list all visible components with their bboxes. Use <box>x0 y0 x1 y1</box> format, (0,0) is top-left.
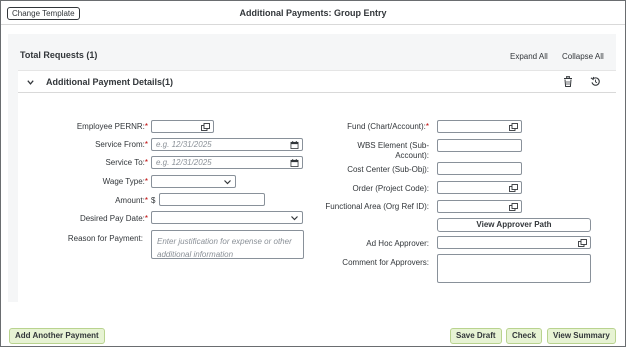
fund-label: Fund (Chart/Account):* <box>347 122 429 131</box>
service-from-input[interactable]: e.g. 12/31/2025 <box>151 138 303 151</box>
order-input[interactable] <box>437 181 522 194</box>
value-help-icon[interactable] <box>578 239 587 247</box>
reset-icon[interactable] <box>590 76 601 87</box>
cost-center-label: Cost Center (Sub-Obj): <box>347 165 429 174</box>
currency-symbol: $ <box>151 196 156 205</box>
total-requests-label: Total Requests (1) <box>20 50 98 60</box>
amount-input[interactable] <box>159 193 265 206</box>
employee-pernr-label: Employee PERNR:* <box>76 122 148 131</box>
value-help-icon[interactable] <box>509 123 518 131</box>
reason-textarea[interactable]: Enter justification for expense or other… <box>151 230 304 259</box>
page-title: Additional Payments: Group Entry <box>239 8 387 18</box>
expand-all-link[interactable]: Expand All <box>510 52 548 61</box>
chevron-down-icon <box>291 216 298 221</box>
service-to-label: Service To:* <box>105 158 148 167</box>
fund-input[interactable] <box>437 120 522 133</box>
service-to-placeholder: e.g. 12/31/2025 <box>156 158 212 167</box>
value-help-icon[interactable] <box>201 123 210 131</box>
chevron-down-icon <box>224 180 231 185</box>
panel-header: Additional Payment Details(1) <box>18 71 616 93</box>
chevron-down-icon[interactable] <box>26 78 35 87</box>
wage-type-select[interactable] <box>151 175 236 188</box>
order-label: Order (Project Code): <box>352 184 429 193</box>
calendar-icon[interactable] <box>290 159 299 167</box>
ad-hoc-approver-label: Ad Hoc Approver: <box>366 239 429 248</box>
service-from-label: Service From:* <box>95 140 148 149</box>
desired-pay-date-select[interactable] <box>151 211 303 224</box>
collapse-all-link[interactable]: Collapse All <box>562 52 604 61</box>
wage-type-label: Wage Type:* <box>102 177 148 186</box>
panel-title: Additional Payment Details(1) <box>46 77 174 87</box>
value-help-icon[interactable] <box>509 184 518 192</box>
functional-area-label: Functional Area (Org Ref ID): <box>325 202 429 211</box>
calendar-icon[interactable] <box>290 141 299 149</box>
desired-pay-date-label: Desired Pay Date:* <box>79 214 148 223</box>
service-from-placeholder: e.g. 12/31/2025 <box>156 140 212 149</box>
comment-label: Comment for Approvers: <box>342 258 429 267</box>
reason-label: Reason for Payment: <box>67 234 143 243</box>
view-summary-button[interactable]: View Summary <box>547 328 616 344</box>
wbs-element-input[interactable] <box>437 139 522 152</box>
comment-textarea[interactable] <box>437 254 591 283</box>
page-header: Change Template Additional Payments: Gro… <box>1 1 625 25</box>
delete-icon[interactable] <box>563 76 573 87</box>
cost-center-input[interactable] <box>437 162 522 175</box>
functional-area-input[interactable] <box>437 200 522 213</box>
reason-placeholder: Enter justification for expense or other… <box>157 237 292 259</box>
check-button[interactable]: Check <box>506 328 543 344</box>
amount-label: Amount:* <box>115 196 148 205</box>
view-approver-path-button[interactable]: View Approver Path <box>437 218 591 232</box>
service-to-input[interactable]: e.g. 12/31/2025 <box>151 156 303 169</box>
employee-pernr-input[interactable] <box>151 120 214 133</box>
ad-hoc-approver-input[interactable] <box>437 236 591 249</box>
add-another-payment-button[interactable]: Add Another Payment <box>9 328 105 344</box>
footer-toolbar: Add Another Payment Save Draft Check Vie… <box>1 324 625 346</box>
save-draft-button[interactable]: Save Draft <box>450 328 502 344</box>
wbs-element-label: WBS Element (Sub- Account): <box>357 141 429 160</box>
value-help-icon[interactable] <box>509 203 518 211</box>
